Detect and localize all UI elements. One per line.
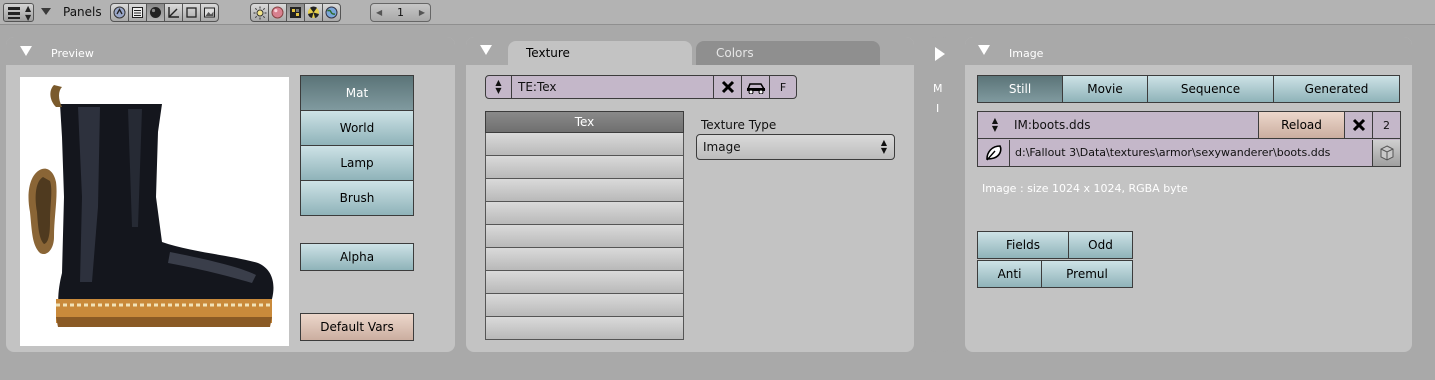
world-button[interactable]: World [300,110,414,146]
reload-button[interactable]: Reload [1258,112,1344,138]
default-vars-button[interactable]: Default Vars [300,313,414,341]
texture-browse-icon[interactable]: ▲ ▼ [486,76,512,98]
tab-texture-label: Texture [526,46,570,60]
premul-button[interactable]: Premul [1041,260,1133,288]
window-type-icon [8,7,20,19]
lamp-icon[interactable] [250,3,269,22]
image-browse-icon[interactable]: ▲ ▼ [978,112,1012,138]
fake-user-button[interactable]: F [769,76,796,98]
source-sequence-button[interactable]: Sequence [1147,75,1274,103]
collapse-triangle-icon[interactable] [480,45,492,55]
texture-type-value: Image [703,140,741,154]
radiation-icon[interactable] [304,3,323,22]
source-generated-button[interactable]: Generated [1273,75,1400,103]
material-ball-icon[interactable] [268,3,287,22]
mat-button[interactable]: Mat [300,75,414,111]
fields-button[interactable]: Fields [977,231,1069,259]
list-item[interactable] [485,294,684,317]
texture-checker-icon[interactable] [286,3,305,22]
tab-texture[interactable]: Texture [508,41,692,65]
image-icon[interactable] [200,3,219,22]
list-item[interactable] [485,248,684,271]
list-item[interactable] [485,225,684,248]
object-icon[interactable] [182,3,201,22]
panel-number-value: 1 [397,6,404,19]
image-info-text: Image : size 1024 x 1024, RGBA byte [982,182,1188,195]
image-panel-header[interactable]: Image [965,37,1412,65]
texture-browse-row: ▲ ▼ TE:Tex F [485,75,797,99]
texture-name-field[interactable]: TE:Tex [512,80,713,94]
texture-type-select[interactable]: Image ▲ ▼ [696,134,895,160]
pack-image-icon[interactable] [1372,139,1400,166]
texture-icon[interactable] [128,3,147,22]
updown-arrows-icon: ▲ ▼ [25,4,32,22]
side-letter-i: I [936,102,940,115]
list-item[interactable] [485,317,684,340]
decrement-arrow-icon[interactable]: ◀ [376,4,382,21]
image-users-count[interactable]: 2 [1372,112,1400,138]
lamp-button[interactable]: Lamp [300,145,414,181]
expand-triangle-icon[interactable] [934,47,946,61]
alpha-button[interactable]: Alpha [300,243,414,271]
armature-icon[interactable] [164,3,183,22]
texture-list-header[interactable]: Tex [485,111,684,133]
unlink-x-icon[interactable] [713,76,741,98]
texture-panel-header: Texture Colors [466,37,914,65]
material-icon[interactable] [110,3,129,22]
side-letter-m: M [933,82,943,95]
select-arrows-icon: ▲ ▼ [880,138,887,155]
tab-colors[interactable]: Colors [696,41,880,65]
list-item[interactable] [485,133,684,156]
context-button-group [110,3,219,22]
image-path-field[interactable]: d:\Fallout 3\Data\textures\armor\sexywan… [1010,146,1372,159]
collapse-menu-triangle-icon[interactable] [41,8,51,15]
list-item[interactable] [485,271,684,294]
sphere-icon[interactable] [146,3,165,22]
window-type-menu[interactable]: ▲ ▼ [3,3,34,22]
auto-name-car-icon[interactable] [741,76,769,98]
list-item[interactable] [485,156,684,179]
image-browse-row: ▲ ▼ IM:boots.dds Reload 2 [977,111,1401,139]
shading-button-group [250,3,341,22]
boot-preview-illustration [28,85,274,327]
texture-panel: Texture Colors ▲ ▼ TE:Tex F Tex Texture T… [466,37,914,352]
collapse-triangle-icon[interactable] [20,46,32,56]
image-path-row: d:\Fallout 3\Data\textures\armor\sexywan… [977,139,1401,167]
image-title: Image [1009,47,1044,60]
preview-panel-header[interactable]: Preview [6,37,455,65]
list-item[interactable] [485,202,684,225]
texture-channel-list: Tex [485,111,684,340]
list-item[interactable] [485,179,684,202]
anti-button[interactable]: Anti [977,260,1042,288]
source-still-button[interactable]: Still [977,75,1063,103]
panel-number-field[interactable]: ◀ 1 ▶ [370,3,431,22]
unlink-image-x-icon[interactable] [1344,112,1372,138]
file-browse-icon[interactable] [978,139,1010,166]
brush-button[interactable]: Brush [300,180,414,216]
collapsed-side-panel[interactable]: M I [925,37,954,352]
image-name-field[interactable]: IM:boots.dds [1012,118,1258,132]
preview-title: Preview [51,47,94,60]
preview-image [20,77,289,346]
odd-button[interactable]: Odd [1068,231,1133,259]
panels-label: Panels [63,5,102,19]
preview-panel: Preview Mat World Lamp Brush Alpha Defau… [6,37,455,352]
collapse-triangle-icon[interactable] [978,45,990,55]
source-movie-button[interactable]: Movie [1062,75,1148,103]
buttons-window-header: ▲ ▼ Panels ◀ 1 ▶ [0,0,1435,25]
increment-arrow-icon[interactable]: ▶ [419,4,425,21]
tab-colors-label: Colors [716,46,754,60]
world-icon[interactable] [322,3,341,22]
image-panel: Image Still Movie Sequence Generated ▲ ▼ … [965,37,1412,352]
texture-type-label: Texture Type [701,118,777,132]
